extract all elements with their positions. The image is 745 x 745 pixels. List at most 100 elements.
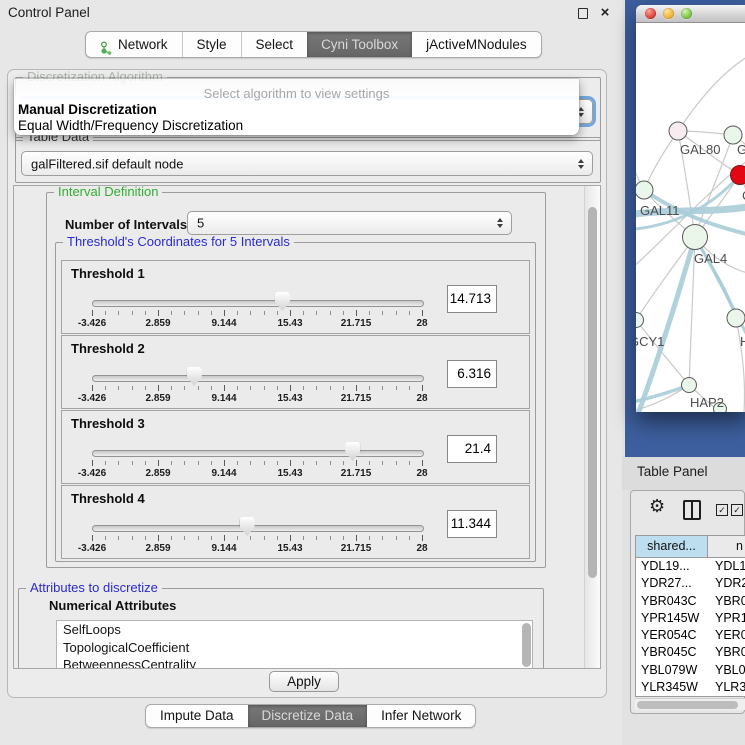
tick-mark: [118, 536, 119, 540]
close-window-icon[interactable]: [645, 8, 656, 19]
threshold-value-field[interactable]: 11.344: [447, 510, 497, 538]
float-icon[interactable]: [576, 6, 590, 20]
slider-handle[interactable]: [345, 442, 360, 461]
tick-mark: [92, 310, 93, 316]
gear-icon[interactable]: ⚙: [649, 497, 665, 515]
slider-handle[interactable]: [275, 292, 290, 311]
checkbox-icon[interactable]: ✓: [731, 504, 743, 516]
tick-mark: [264, 536, 265, 540]
checkbox-icon[interactable]: ✓: [716, 504, 728, 516]
settings-scrollbar[interactable]: [584, 186, 600, 668]
list-item[interactable]: TopologicalCoefficient: [57, 639, 532, 657]
table-row[interactable]: YIL052CYIL0: [636, 696, 745, 697]
numerical-attributes-list[interactable]: SelfLoopsTopologicalCoefficientBetweenne…: [56, 620, 533, 669]
tick-mark: [343, 536, 344, 540]
tick-mark: [211, 311, 212, 315]
scrollbar-thumb[interactable]: [637, 701, 738, 709]
tick-mark: [330, 386, 331, 390]
screen: Control Panel × NetworkStyleSelectCyni T…: [0, 0, 745, 745]
tick-mark: [132, 461, 133, 465]
table-cell: YIL0: [708, 696, 745, 697]
table-row[interactable]: YER054CYER0: [636, 627, 745, 644]
table-row[interactable]: YDL19...YDL1: [636, 558, 745, 575]
tick-mark: [409, 386, 410, 390]
tick-mark: [264, 311, 265, 315]
tick-mark: [237, 311, 238, 315]
group-title: Interval Definition: [54, 185, 162, 199]
tick-mark: [158, 310, 159, 316]
zoom-window-icon[interactable]: [681, 8, 692, 19]
group-title: Attributes to discretize: [26, 581, 162, 595]
table-hscrollbar[interactable]: [635, 698, 745, 710]
table-panel: ⚙ ✓ ✓ shared... n YDL19...YDL1YDR27...YD…: [630, 490, 745, 714]
table-row[interactable]: YBR045CYBR0: [636, 644, 745, 661]
tick-mark: [92, 535, 93, 541]
column-header-shared[interactable]: shared...: [636, 536, 708, 557]
algorithm-option[interactable]: Equal Width/Frequency Discretization: [18, 118, 575, 134]
tab-jactivemnodules[interactable]: jActiveMNodules: [412, 32, 541, 57]
tick-label: 28: [416, 393, 427, 404]
node-label: HAP2: [690, 395, 724, 410]
threshold-value-field[interactable]: 21.4: [447, 435, 497, 463]
minimize-window-icon[interactable]: [663, 8, 674, 19]
slider-track[interactable]: [92, 525, 424, 532]
table-row[interactable]: YBR043CYBR0: [636, 593, 745, 610]
tab-style[interactable]: Style: [182, 32, 241, 57]
threshold-value-field[interactable]: 14.713: [447, 285, 497, 313]
scrollbar-thumb[interactable]: [588, 207, 597, 578]
network-canvas[interactable]: GAL80 GA C GAL11 GAL4 GCY1 H HAP2: [636, 23, 745, 412]
attributes-group: Attributes to discretize Numerical Attri…: [18, 588, 544, 669]
num-intervals-combobox[interactable]: 5: [187, 211, 512, 235]
slider-track[interactable]: [92, 300, 424, 307]
tick-mark: [198, 311, 199, 315]
threshold-label: Threshold 4: [71, 491, 145, 506]
table-header-row: shared... n: [636, 536, 745, 558]
tab-select[interactable]: Select: [241, 32, 308, 57]
tab-discretize-data[interactable]: Discretize Data: [248, 705, 368, 727]
tick-mark: [277, 536, 278, 540]
table-panel-title: Table Panel: [637, 464, 708, 479]
list-item[interactable]: SelfLoops: [57, 621, 532, 639]
node-label: GA: [737, 142, 745, 157]
slider-ticks: [92, 460, 422, 467]
algorithm-option[interactable]: Manual Discretization: [18, 102, 575, 118]
table-data-combobox[interactable]: galFiltered.sif default node: [21, 151, 593, 176]
tick-mark: [224, 535, 225, 541]
tab-network[interactable]: Network: [86, 32, 182, 57]
list-scrollbar[interactable]: [522, 623, 531, 667]
network-window[interactable]: GAL80 GA C GAL11 GAL4 GCY1 H HAP2: [636, 5, 745, 412]
table-row[interactable]: YBL079WYBL0: [636, 662, 745, 679]
slider-handle[interactable]: [187, 367, 202, 386]
slider-track[interactable]: [92, 450, 424, 457]
table-row[interactable]: YDR27...YDR2: [636, 575, 745, 592]
combo-spinner-icon: [578, 159, 584, 169]
tab-impute-data[interactable]: Impute Data: [146, 705, 248, 727]
tick-mark: [237, 536, 238, 540]
slider-ticks: [92, 535, 422, 542]
tick-mark: [290, 310, 291, 316]
tick-mark: [171, 311, 172, 315]
tab-cyni-toolbox[interactable]: Cyni Toolbox: [307, 32, 412, 57]
tick-label: 15.43: [277, 543, 302, 554]
tick-mark: [369, 536, 370, 540]
table-row[interactable]: YLR345WYLR3: [636, 679, 745, 696]
slider-track[interactable]: [92, 375, 424, 382]
table-cell: YBR043C: [636, 593, 708, 610]
tick-mark: [145, 311, 146, 315]
control-panel: Control Panel × NetworkStyleSelectCyni T…: [0, 0, 622, 745]
apply-button[interactable]: Apply: [269, 671, 339, 692]
tick-mark: [316, 311, 317, 315]
column-header-name[interactable]: n: [708, 536, 745, 557]
tick-mark: [237, 386, 238, 390]
tab-infer-network[interactable]: Infer Network: [367, 705, 475, 727]
split-columns-icon[interactable]: [683, 500, 701, 520]
tick-mark: [171, 386, 172, 390]
slider-handle[interactable]: [240, 517, 255, 536]
tick-mark: [118, 386, 119, 390]
table-row[interactable]: YPR145WYPR1: [636, 610, 745, 627]
close-icon[interactable]: ×: [598, 6, 612, 20]
tick-mark: [277, 461, 278, 465]
tick-mark: [290, 535, 291, 541]
list-item[interactable]: BetweennessCentrality: [57, 656, 532, 669]
threshold-value-field[interactable]: 6.316: [447, 360, 497, 388]
